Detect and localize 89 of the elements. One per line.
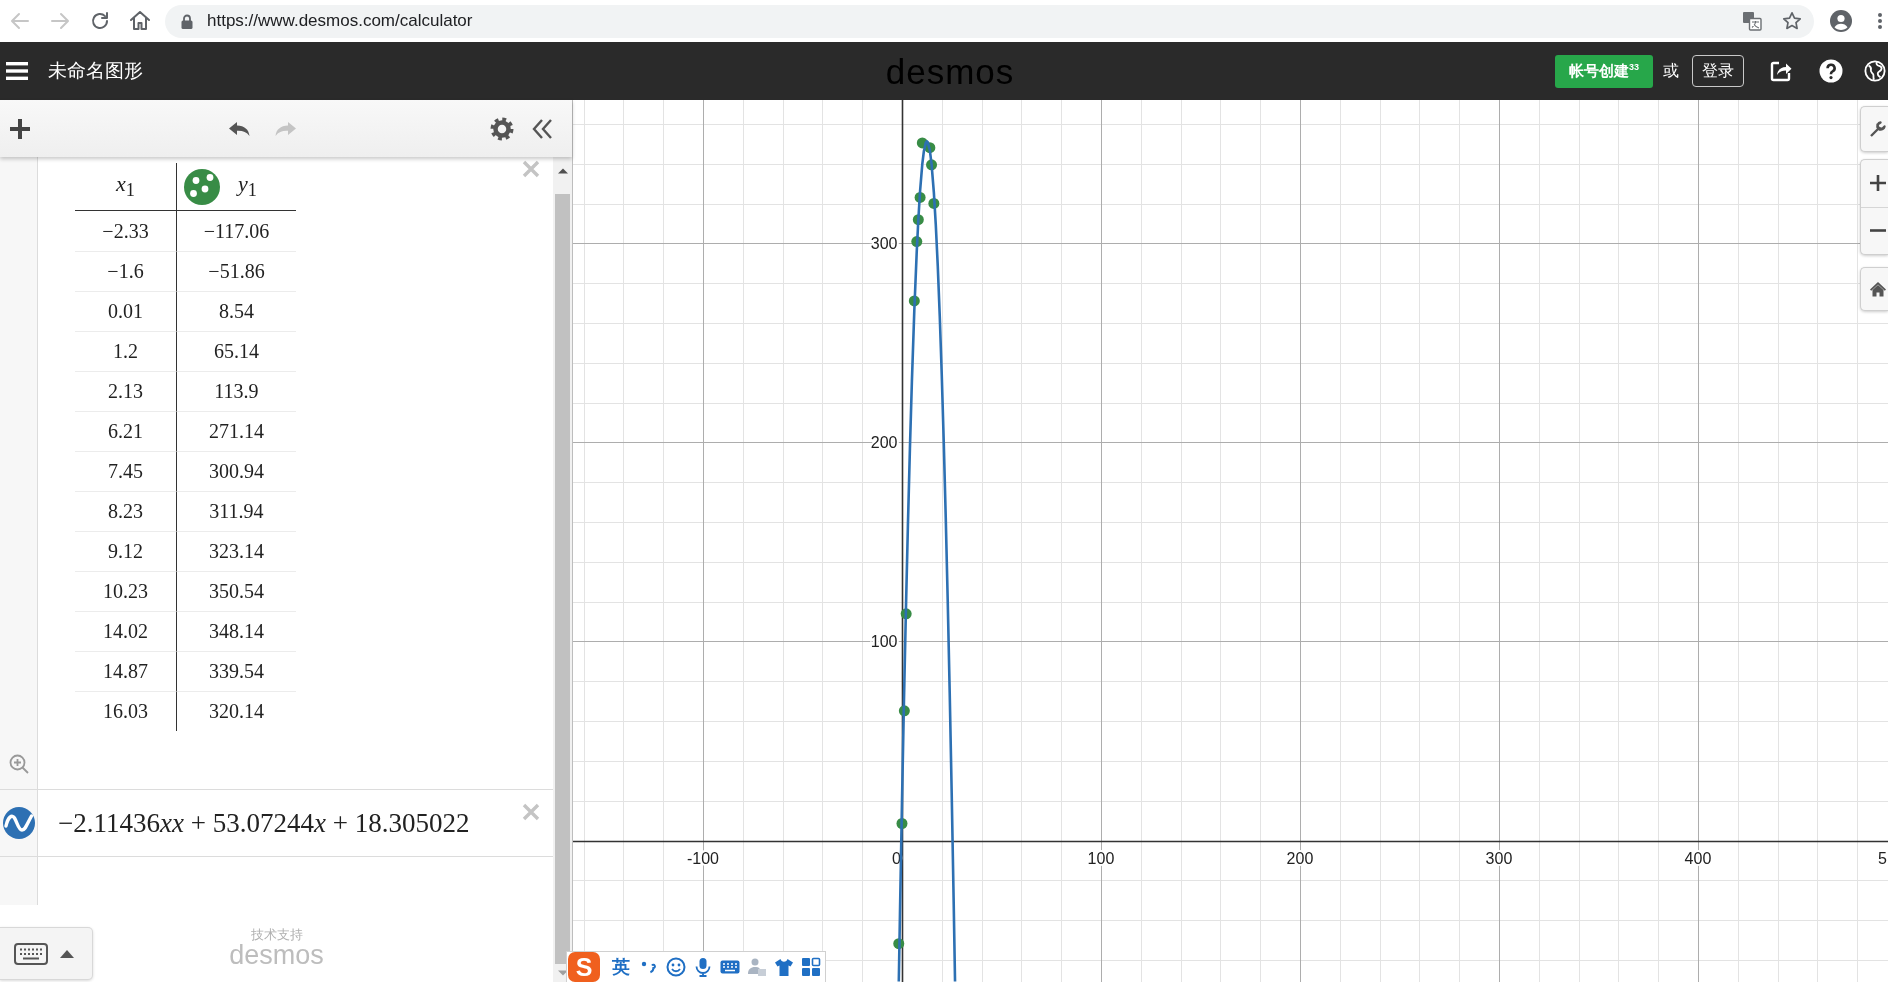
add-icon[interactable] xyxy=(8,116,32,141)
or-text: 或 xyxy=(1663,60,1679,81)
wrench-icon xyxy=(1869,120,1887,138)
table-cell[interactable]: −51.86 xyxy=(176,251,296,291)
desmos-logo: desmos xyxy=(229,942,324,969)
data-point[interactable] xyxy=(912,214,924,226)
wave-icon[interactable] xyxy=(2,807,35,839)
data-point[interactable] xyxy=(898,705,910,717)
table-cell[interactable]: 65.14 xyxy=(176,331,296,371)
data-point[interactable] xyxy=(916,137,928,149)
point-color-icon[interactable] xyxy=(184,168,220,205)
graph-title[interactable]: 未命名图形 xyxy=(48,58,143,84)
column-header[interactable]: x$_{1}$ xyxy=(75,163,176,211)
expression-input[interactable]: −2.11436xx + 53.07244x + 18.305022 xyxy=(58,807,470,839)
lock-icon xyxy=(181,13,193,29)
table-cell[interactable]: 0.01 xyxy=(75,291,176,331)
login-button[interactable]: 登录 xyxy=(1692,55,1744,87)
data-point[interactable] xyxy=(928,197,940,209)
axis-tick-label: 100 xyxy=(870,633,898,651)
help-icon[interactable] xyxy=(1819,59,1843,83)
table-cell[interactable]: 6.21 xyxy=(75,411,176,451)
plus-icon xyxy=(1869,174,1887,193)
table-cell[interactable]: 271.14 xyxy=(176,411,296,451)
keyboard-icon xyxy=(14,942,48,965)
axis-tick-label: 0 xyxy=(892,849,901,867)
data-point[interactable] xyxy=(893,938,905,950)
axis-tick-label: -100 xyxy=(686,849,719,867)
table-cell[interactable]: 7.45 xyxy=(75,451,176,491)
table-cell[interactable]: 14.87 xyxy=(75,651,176,691)
keyboard-button[interactable] xyxy=(0,927,93,980)
table-cell[interactable]: 320.14 xyxy=(176,691,296,731)
bookmark-star-icon[interactable] xyxy=(1782,11,1802,31)
axis-tick-label: 200 xyxy=(1286,849,1314,867)
table-cell[interactable]: 10.23 xyxy=(75,571,176,611)
data-point[interactable] xyxy=(911,236,923,248)
share-icon[interactable] xyxy=(1769,59,1793,83)
data-point[interactable] xyxy=(914,191,926,203)
table-cell[interactable]: 8.54 xyxy=(176,291,296,331)
table-cell[interactable]: 14.02 xyxy=(75,611,176,651)
translate-icon[interactable] xyxy=(1742,11,1762,31)
table-cell[interactable]: 350.54 xyxy=(176,571,296,611)
data-point[interactable] xyxy=(896,818,908,829)
more-menu-icon[interactable] xyxy=(1877,12,1883,30)
caret-up-icon xyxy=(60,949,74,958)
table-cell[interactable]: 323.14 xyxy=(176,531,296,571)
shirt-icon[interactable] xyxy=(774,957,794,977)
minus-icon xyxy=(1869,229,1887,233)
home-icon xyxy=(130,11,150,31)
address-bar[interactable]: https://www.desmos.com/calculator xyxy=(165,4,1814,38)
table-cell[interactable]: 8.23 xyxy=(75,491,176,531)
axis-tick-label: 400 xyxy=(1684,849,1712,867)
back-arrow-icon xyxy=(10,11,30,31)
table-cell[interactable]: 300.94 xyxy=(176,451,296,491)
reload-icon xyxy=(90,11,110,31)
table-cell[interactable]: 348.14 xyxy=(176,611,296,651)
smiley-icon[interactable] xyxy=(666,957,686,977)
scrollbar[interactable] xyxy=(553,157,572,982)
table-cell[interactable]: 113.9 xyxy=(176,371,296,411)
axis-tick-label: 300 xyxy=(870,235,898,253)
apps-grid-icon[interactable] xyxy=(801,957,821,977)
zoom-in-icon[interactable] xyxy=(8,754,29,774)
table-cell[interactable]: 339.54 xyxy=(176,651,296,691)
account-icon[interactable] xyxy=(1830,10,1852,32)
table-cell[interactable]: −2.33 xyxy=(75,211,176,251)
table-cell[interactable]: −117.06 xyxy=(176,211,296,251)
globe-icon[interactable] xyxy=(1864,60,1886,82)
data-point[interactable] xyxy=(926,159,938,171)
table-cell[interactable]: 311.94 xyxy=(176,491,296,531)
home-icon xyxy=(1869,280,1887,298)
data-point[interactable] xyxy=(924,142,936,154)
column-header[interactable]: y$_{1}$ xyxy=(238,171,257,202)
table-cell[interactable]: 2.13 xyxy=(75,371,176,411)
menu-icon[interactable] xyxy=(5,61,29,81)
settings-icon[interactable] xyxy=(490,116,514,141)
scrollbar-thumb[interactable] xyxy=(555,194,570,964)
axis-tick-label: 300 xyxy=(1485,849,1513,867)
powered-by-caption: 技术支持 xyxy=(250,927,303,942)
input-mode-toggle[interactable]: 英 xyxy=(612,955,630,979)
table-cell[interactable]: 16.03 xyxy=(75,691,176,731)
data-point[interactable] xyxy=(908,295,920,307)
data-point[interactable] xyxy=(900,608,912,620)
microphone-icon[interactable] xyxy=(693,957,713,977)
axis-tick-label: 200 xyxy=(870,434,898,452)
axis-tick-label: 5 xyxy=(1878,849,1887,868)
axis-tick-label: 100 xyxy=(1087,849,1115,867)
table-cell[interactable]: 9.12 xyxy=(75,531,176,571)
forward-arrow-icon xyxy=(50,11,70,31)
table-cell[interactable]: 1.2 xyxy=(75,331,176,371)
table-cell[interactable]: −1.6 xyxy=(75,251,176,291)
